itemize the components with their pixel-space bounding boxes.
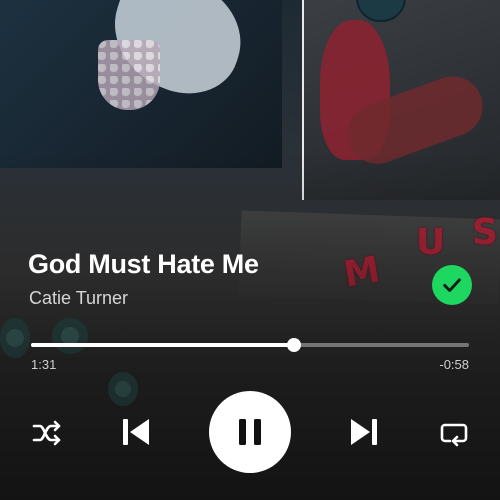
pause-icon bbox=[239, 419, 261, 445]
pause-button[interactable] bbox=[209, 391, 291, 473]
repeat-icon bbox=[440, 423, 468, 447]
remaining-time: -0:58 bbox=[439, 357, 469, 372]
track-title[interactable]: God Must Hate Me bbox=[28, 249, 259, 280]
elapsed-time: 1:31 bbox=[31, 357, 57, 372]
liked-button[interactable] bbox=[432, 265, 472, 305]
progress-bar[interactable] bbox=[31, 338, 469, 352]
progress-fill bbox=[31, 343, 294, 347]
track-artist[interactable]: Catie Turner bbox=[29, 288, 128, 309]
previous-track-button[interactable] bbox=[114, 410, 158, 454]
skip-next-icon bbox=[351, 419, 377, 445]
next-track-button[interactable] bbox=[342, 410, 386, 454]
progress-scrubber-handle[interactable] bbox=[286, 338, 301, 352]
skip-previous-icon bbox=[123, 419, 149, 445]
shuffle-button[interactable] bbox=[28, 414, 66, 452]
repeat-button[interactable] bbox=[435, 414, 473, 452]
checkmark-icon bbox=[443, 278, 461, 292]
shuffle-icon bbox=[32, 420, 61, 446]
